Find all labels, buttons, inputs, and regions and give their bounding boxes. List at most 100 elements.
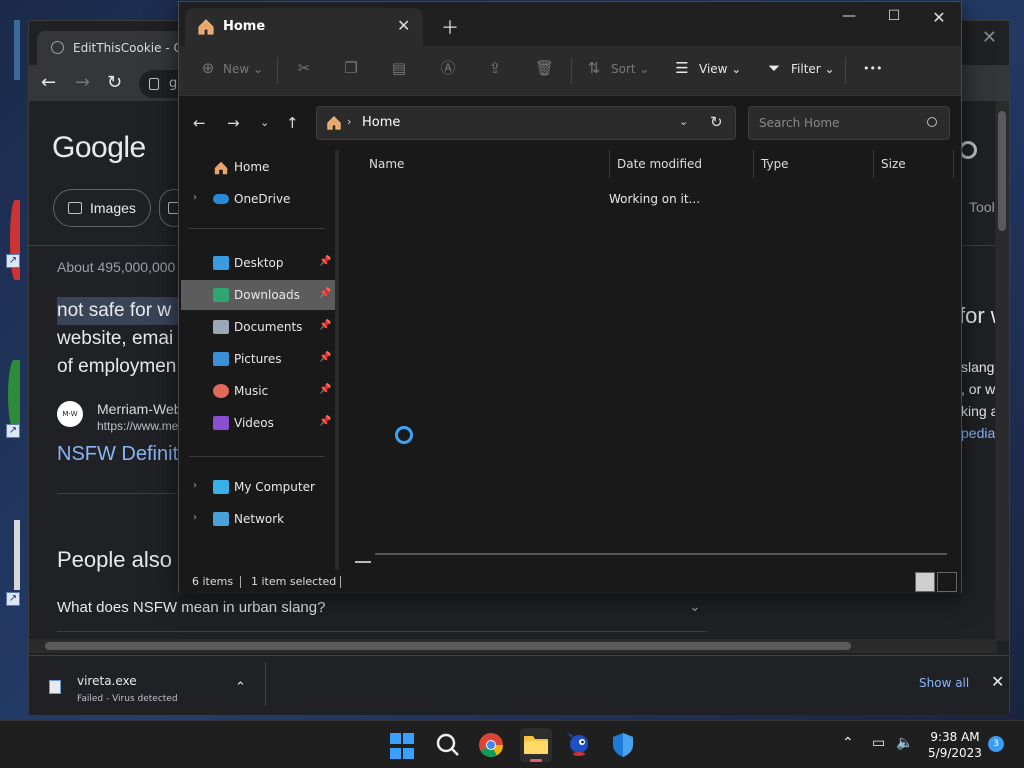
chevron-down-icon[interactable]: ⌄ [679, 115, 688, 128]
column-divider[interactable] [609, 150, 610, 178]
file-list-scrollbar[interactable] [375, 553, 947, 555]
forward-arrow-icon[interactable]: → [227, 114, 240, 132]
up-arrow-icon[interactable]: ↑ [286, 114, 299, 132]
delete-icon[interactable]: 🗑 [535, 59, 554, 77]
sidebar-item-label: My Computer [234, 480, 315, 494]
pin-icon[interactable]: 📌 [319, 288, 331, 299]
shortcut-arrow-icon: ↗ [6, 254, 20, 268]
paa-question[interactable]: What does NSFW mean in urban slang? [57, 599, 325, 616]
windows-logo-pane [403, 748, 414, 759]
copy-icon[interactable]: ❐ [342, 59, 360, 77]
column-divider[interactable] [873, 150, 874, 178]
source-name: Merriam-Web [97, 401, 182, 417]
sort-button[interactable]: Sort ⌄ [611, 62, 649, 76]
sidebar-item-music[interactable]: Music 📌 [181, 376, 335, 406]
close-icon[interactable]: ✕ [982, 27, 997, 48]
notification-badge[interactable]: 3 [988, 736, 1004, 752]
view-button[interactable]: View ⌄ [699, 62, 741, 76]
close-icon[interactable]: ✕ [991, 672, 1004, 691]
start-button-windows-icon[interactable] [390, 733, 418, 761]
filter-button[interactable]: Filter ⌄ [791, 62, 835, 76]
chrome-icon[interactable] [477, 731, 505, 759]
clock-date[interactable]: 5/9/2023 [922, 746, 988, 760]
sidebar-item-pictures[interactable]: Pictures 📌 [181, 344, 335, 374]
sidebar-item-onedrive[interactable]: › OneDrive [181, 184, 335, 214]
vertical-scrollbar[interactable] [995, 101, 1009, 641]
forward-arrow-icon[interactable]: → [75, 72, 90, 93]
source-url: https://www.me [97, 419, 179, 433]
chevron-down-icon[interactable]: ⌄ [689, 599, 701, 615]
chevron-right-icon[interactable]: › [193, 512, 197, 523]
search-input[interactable]: Search Home [748, 106, 950, 140]
column-divider[interactable] [953, 150, 954, 178]
horizontal-scrollbar[interactable] [29, 639, 997, 653]
sidebar-item-label: Network [234, 512, 285, 526]
google-logo[interactable]: Google [52, 131, 146, 165]
rename-icon[interactable]: Ⓐ [439, 59, 457, 77]
sidebar-item-home[interactable]: Home [181, 152, 335, 182]
close-icon[interactable]: ✕ [919, 8, 959, 27]
more-options-button[interactable]: ••• [863, 62, 882, 75]
sidebar-item-my-computer[interactable]: › My Computer [181, 472, 335, 502]
reload-icon[interactable]: ↻ [107, 72, 122, 93]
clock-time[interactable]: 9:38 AM [922, 730, 988, 744]
sidebar-item-videos[interactable]: Videos 📌 [181, 408, 335, 438]
sidebar-item-desktop[interactable]: Desktop 📌 [181, 248, 335, 278]
large-icons-view-icon[interactable] [937, 572, 957, 592]
back-arrow-icon[interactable]: ← [193, 114, 206, 132]
address-bar[interactable]: › Home ⌄ ↻ [316, 106, 736, 140]
show-hidden-icons-chevron-icon[interactable]: ⌃ [842, 735, 854, 751]
pin-icon[interactable]: 📌 [319, 416, 331, 427]
chevron-right-icon[interactable]: › [193, 192, 197, 203]
question-divider [57, 631, 707, 632]
chevron-up-icon[interactable]: ⌃ [235, 680, 246, 695]
search-icon[interactable] [434, 731, 462, 759]
new-tab-icon[interactable]: ＋ [441, 14, 459, 40]
column-divider[interactable] [753, 150, 754, 178]
pin-icon[interactable]: 📌 [319, 352, 331, 363]
windows-logo-pane [390, 733, 401, 744]
download-item[interactable]: vireta.exe Failed - Virus detected ⌃ [39, 664, 264, 710]
chrome-tab[interactable]: EditThisCookie - Chr [37, 31, 187, 65]
breadcrumb-home[interactable]: Home [362, 115, 400, 130]
sidebar-item-downloads[interactable]: Downloads 📌 [181, 280, 335, 310]
explorer-tab-home[interactable]: Home ✕ [185, 8, 423, 46]
knowledge-link[interactable]: pedia [961, 425, 995, 441]
pin-icon[interactable]: 📌 [319, 384, 331, 395]
new-button[interactable]: New ⌄ [223, 62, 263, 76]
cut-icon[interactable]: ✂ [295, 59, 313, 77]
result-link[interactable]: NSFW Definit [57, 443, 178, 466]
selection-count: 1 item selected [251, 575, 337, 588]
windows-security-shield-icon[interactable] [609, 731, 637, 759]
column-header-date-modified[interactable]: Date modified [617, 157, 702, 171]
recent-locations-chevron-icon[interactable]: ⌄ [260, 116, 269, 129]
pin-icon[interactable]: 📌 [319, 320, 331, 331]
sidebar-item-network[interactable]: › Network [181, 504, 335, 534]
maximize-icon[interactable]: ☐ [874, 8, 914, 24]
refresh-icon[interactable]: ↻ [710, 113, 723, 131]
file-explorer-icon[interactable] [520, 728, 552, 762]
sidebar-item-label: Videos [234, 416, 274, 430]
sidebar-item-documents[interactable]: Documents 📌 [181, 312, 335, 342]
share-icon[interactable]: ⇪ [486, 59, 504, 77]
show-all-button[interactable]: Show all [919, 676, 969, 690]
volume-icon[interactable]: 🔈 [896, 735, 913, 751]
scrollbar-thumb[interactable] [998, 111, 1006, 231]
sidebar-item-label: Documents [234, 320, 303, 334]
back-arrow-icon[interactable]: ← [41, 72, 56, 93]
minimize-icon[interactable]: — [829, 8, 869, 24]
chevron-right-icon[interactable]: › [193, 480, 197, 491]
column-header-size[interactable]: Size [881, 157, 906, 171]
shortcut-arrow-icon: ↗ [6, 424, 20, 438]
sonic-icon[interactable] [565, 731, 593, 759]
network-status-icon[interactable]: ▭ [872, 735, 885, 751]
column-header-type[interactable]: Type [761, 157, 789, 171]
pin-icon[interactable]: 📌 [319, 256, 331, 267]
paste-icon[interactable]: ▤ [390, 59, 408, 77]
images-chip[interactable]: Images [53, 189, 151, 227]
details-view-icon[interactable] [915, 572, 935, 592]
close-tab-icon[interactable]: ✕ [397, 16, 410, 35]
scrollbar-thumb[interactable] [45, 642, 851, 650]
videos-folder-icon [213, 416, 229, 430]
column-header-name[interactable]: Name [369, 157, 404, 171]
